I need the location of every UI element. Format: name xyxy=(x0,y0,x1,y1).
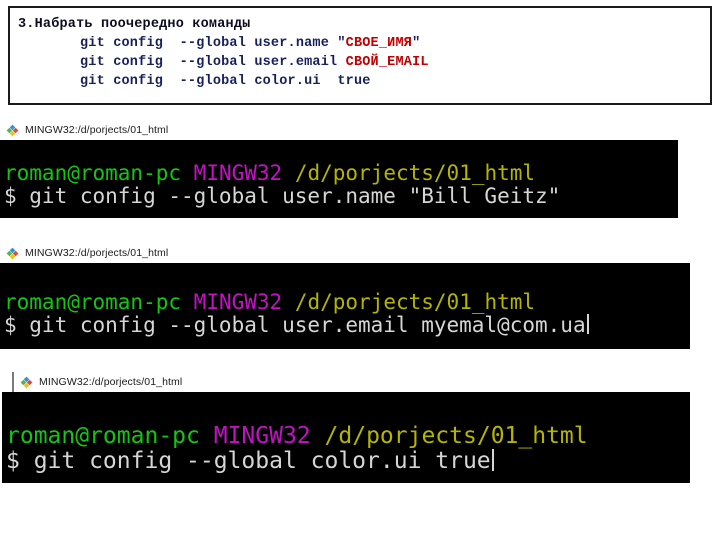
instruction-command-line-3: git config --global color.ui true xyxy=(80,74,710,89)
terminal-body-1[interactable]: roman@roman-pc MINGW32 /d/porjects/01_ht… xyxy=(0,140,678,218)
command-prefix: git config --global user.email xyxy=(80,55,346,70)
prompt-shell: MINGW32 xyxy=(213,423,311,449)
instruction-title: 3.Набрать поочередно команды xyxy=(18,17,251,32)
terminal-title-text: MINGW32:/d/porjects/01_html xyxy=(25,247,169,259)
prompt-path: /d/porjects/01_html xyxy=(294,290,536,314)
terminal-cursor xyxy=(586,314,589,335)
terminal-prompt-line: roman@roman-pc MINGW32 /d/porjects/01_ht… xyxy=(4,162,678,185)
terminal-body-wrapper-3: roman@roman-pc MINGW32 /d/porjects/01_ht… xyxy=(2,392,702,483)
mintty-icon xyxy=(6,124,19,137)
terminal-window-1: MINGW32:/d/porjects/01_html roman@roman-… xyxy=(0,120,680,218)
prompt-path: /d/porjects/01_html xyxy=(324,423,588,449)
terminal-cursor xyxy=(491,448,494,471)
terminal-command-line: $ git config --global user.name "Bill Ge… xyxy=(4,183,678,208)
instruction-command-line-2: git config --global user.email СВОЙ_EMAI… xyxy=(80,55,710,70)
terminal-prompt-line: roman@roman-pc MINGW32 /d/porjects/01_ht… xyxy=(4,291,690,314)
terminal-command-text: $ git config --global user.name "Bill Ge… xyxy=(4,183,561,208)
terminal-prompt-line: roman@roman-pc MINGW32 /d/porjects/01_ht… xyxy=(6,424,690,449)
terminal-titlebar-2[interactable]: MINGW32:/d/porjects/01_html xyxy=(0,243,692,263)
prompt-user: roman@roman-pc xyxy=(4,290,182,314)
command-quote-close: " xyxy=(412,36,421,51)
mintty-icon xyxy=(6,247,19,260)
prompt-shell: MINGW32 xyxy=(193,161,283,185)
terminal-titlebar-1[interactable]: MINGW32:/d/porjects/01_html xyxy=(0,120,680,140)
instruction-box: 3.Набрать поочередно команды git config … xyxy=(8,6,712,105)
terminal-command-line: $ git config --global user.email myemal@… xyxy=(4,312,690,337)
command-prefix: git config --global color.ui true xyxy=(80,74,371,89)
terminal-window-3: MINGW32:/d/porjects/01_html roman@roman-… xyxy=(2,372,702,483)
terminal-command-text: $ git config --global user.email myemal@… xyxy=(4,312,586,337)
terminal-command-line: $ git config --global color.ui true xyxy=(6,449,690,474)
prompt-user: roman@roman-pc xyxy=(4,161,182,185)
prompt-shell: MINGW32 xyxy=(193,290,283,314)
prompt-user: roman@roman-pc xyxy=(6,423,200,449)
terminal-body-2[interactable]: roman@roman-pc MINGW32 /d/porjects/01_ht… xyxy=(0,263,690,349)
instruction-command-line-1: git config --global user.name "СВОЕ_ИМЯ" xyxy=(80,36,710,51)
terminal-command-text: $ git config --global color.ui true xyxy=(6,447,491,474)
terminal-window-2: MINGW32:/d/porjects/01_html roman@roman-… xyxy=(0,243,692,349)
terminal-title-text: MINGW32:/d/porjects/01_html xyxy=(39,376,183,388)
mintty-icon xyxy=(20,376,33,389)
terminal-body-3[interactable]: roman@roman-pc MINGW32 /d/porjects/01_ht… xyxy=(2,392,690,483)
terminal-title-text: MINGW32:/d/porjects/01_html xyxy=(25,124,169,136)
command-prefix: git config --global user.name xyxy=(80,36,338,51)
command-accent-placeholder: СВОЕ_ИМЯ xyxy=(345,36,413,51)
prompt-path: /d/porjects/01_html xyxy=(294,161,536,185)
command-accent-placeholder: СВОЙ_EMAIL xyxy=(345,55,429,70)
terminal-titlebar-3[interactable]: MINGW32:/d/porjects/01_html xyxy=(12,372,702,392)
command-quote-open: " xyxy=(337,36,346,51)
